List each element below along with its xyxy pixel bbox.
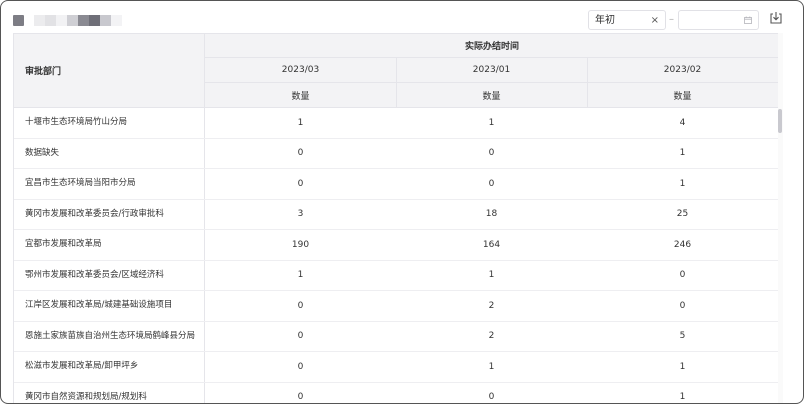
count-cell: 5: [679, 331, 686, 342]
date-start-value: 年初: [595, 15, 615, 26]
table-row: 鄂州市发展和改革委员会/区域经济科 1 1 0: [14, 260, 779, 291]
table-row: 宜昌市生态环境局当阳市分局 0 0 1: [14, 169, 779, 200]
title-color-marker: [13, 14, 24, 26]
count-cell: 1: [679, 148, 686, 159]
count-cell: 3: [297, 209, 304, 220]
column-divider: [396, 58, 397, 108]
count-cell: 1: [297, 117, 304, 128]
count-cell: 0: [297, 392, 304, 403]
count-cell: 0: [297, 300, 304, 311]
table-row: 十堰市生态环境局竹山分局 1 1 4: [14, 108, 779, 139]
dept-cell: 黄冈市发展和改革委员会/行政审批科: [14, 199, 205, 229]
count-cell: 190: [291, 239, 310, 250]
dept-cell: 宜都市发展和改革局: [14, 230, 205, 260]
dept-column-header: 审批部门: [14, 34, 205, 108]
dept-cell: 宜昌市生态环境局当阳市分局: [14, 169, 205, 199]
scrollbar-track[interactable]: [778, 33, 783, 403]
count-cell: 0: [488, 178, 495, 189]
count-cell: 1: [488, 117, 495, 128]
scrollbar-thumb[interactable]: [778, 109, 782, 133]
report-title: [13, 14, 122, 26]
count-cell: 1: [679, 178, 686, 189]
title-obscured-text: [34, 14, 122, 26]
count-cell: 0: [488, 392, 495, 403]
measure-header: 数量: [205, 83, 396, 108]
count-cell: 2: [488, 331, 495, 342]
count-cell: 0: [297, 331, 304, 342]
count-cell: 1: [679, 392, 686, 403]
month-header: 2023/01: [396, 58, 587, 83]
clear-icon[interactable]: ×: [651, 11, 659, 31]
measure-header: 数量: [587, 83, 778, 108]
dept-cell: 十堰市生态环境局竹山分局: [14, 108, 205, 138]
table-row: 宜都市发展和改革局 190 164 246: [14, 230, 779, 261]
dept-cell: 恩施土家族苗族自治州生态环境局鹤峰县分局: [14, 321, 205, 351]
count-cell: 0: [297, 361, 304, 372]
pivot-table: 审批部门 实际办结时间 2023/03 2023/01 2023/02 数量 数…: [13, 33, 779, 403]
table-row: 黄冈市发展和改革委员会/行政审批科 3 18 25: [14, 199, 779, 230]
count-cell: 2: [488, 300, 495, 311]
date-end-input[interactable]: [678, 10, 759, 30]
count-cell: 1: [488, 270, 495, 281]
month-header: 2023/03: [205, 58, 396, 83]
count-cell: 0: [488, 148, 495, 159]
count-cell: 1: [679, 361, 686, 372]
count-cell: 164: [482, 239, 501, 250]
table-row: 松滋市发展和改革局/卸甲坪乡 0 1 1: [14, 352, 779, 383]
dept-cell: 数据缺失: [14, 138, 205, 168]
dept-cell: 鄂州市发展和改革委员会/区域经济科: [14, 260, 205, 290]
table-row: 黄冈市自然资源和规划局/规划科 0 0 1: [14, 382, 779, 403]
count-cell: 0: [679, 300, 686, 311]
table-row: 恩施土家族苗族自治州生态环境局鹤峰县分局 0 2 5: [14, 321, 779, 352]
table-row: 数据缺失 0 0 1: [14, 138, 779, 169]
month-header: 2023/02: [587, 58, 778, 83]
table-row: 江岸区发展和改革局/城建基础设施项目 0 2 0: [14, 291, 779, 322]
count-cell: 25: [676, 209, 689, 220]
column-divider: [587, 58, 588, 108]
count-cell: 0: [297, 178, 304, 189]
dept-cell: 松滋市发展和改革局/卸甲坪乡: [14, 352, 205, 382]
measure-header: 数量: [396, 83, 587, 108]
time-group-header: 实际办结时间: [205, 34, 779, 58]
count-cell: 246: [673, 239, 692, 250]
dept-cell: 江岸区发展和改革局/城建基础设施项目: [14, 291, 205, 321]
date-range-separator: –: [669, 14, 674, 25]
report-panel: 年初 × – 审批部门 实际办结时间 2023/03 2023/01 2023/…: [0, 0, 804, 404]
dept-cell: 黄冈市自然资源和规划局/规划科: [14, 382, 205, 403]
download-icon[interactable]: [769, 11, 783, 25]
count-cell: 18: [485, 209, 498, 220]
date-start-input[interactable]: 年初 ×: [588, 10, 666, 30]
count-cell: 1: [297, 270, 304, 281]
count-cell: 4: [679, 117, 686, 128]
count-cell: 1: [488, 361, 495, 372]
count-cell: 0: [679, 270, 686, 281]
count-cell: 0: [297, 148, 304, 159]
calendar-icon: [744, 16, 752, 24]
